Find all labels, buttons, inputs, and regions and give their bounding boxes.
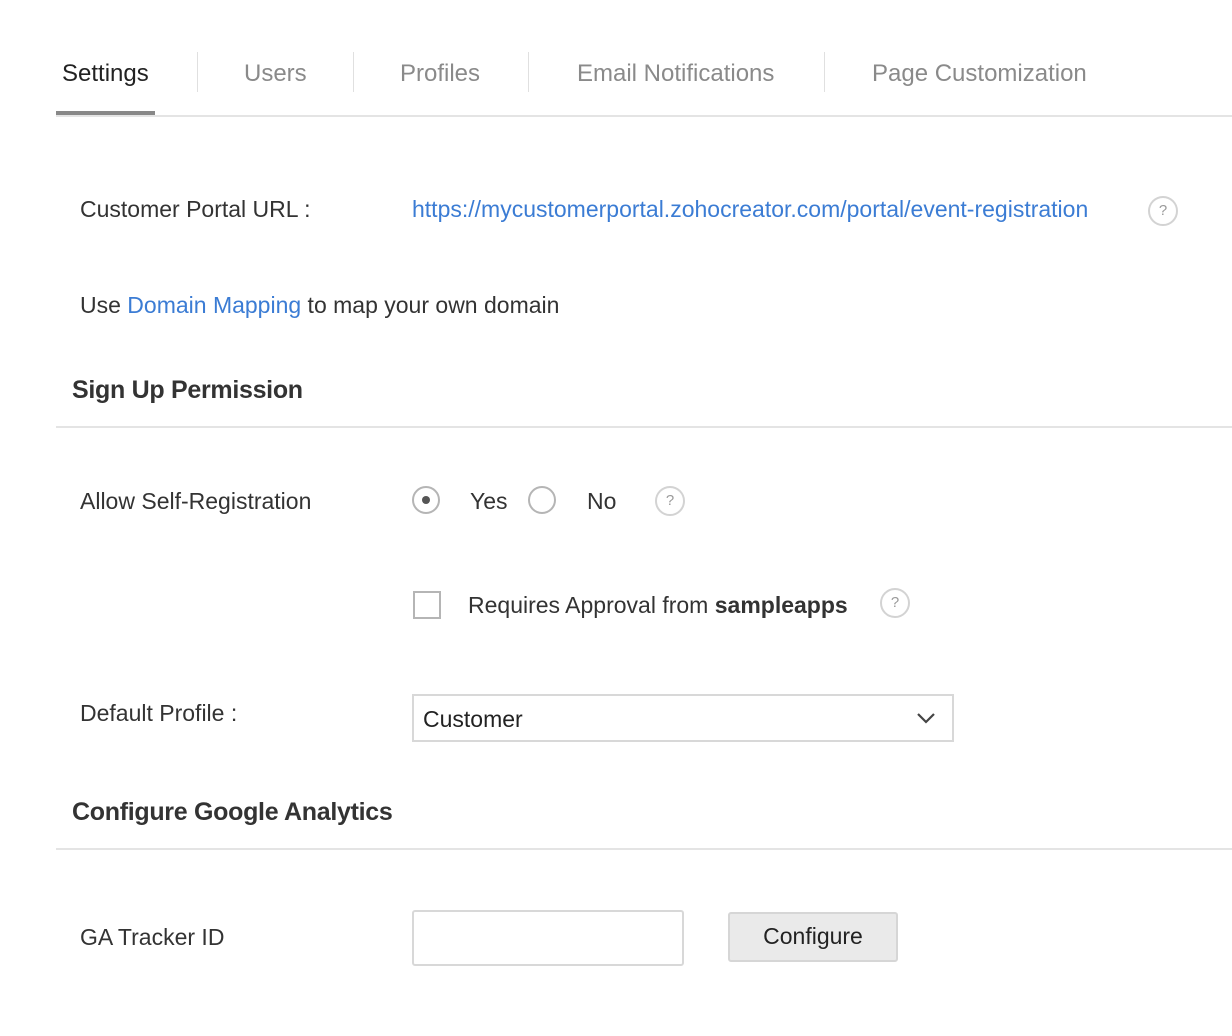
default-profile-value: Customer xyxy=(423,706,523,732)
yes-label: Yes xyxy=(470,488,508,514)
tab-divider xyxy=(824,52,825,92)
tab-profiles[interactable]: Profiles xyxy=(400,40,480,113)
self-registration-yes-radio[interactable] xyxy=(412,486,440,514)
self-registration-help-icon[interactable]: ? xyxy=(655,486,685,516)
default-profile-label: Default Profile : xyxy=(80,700,238,726)
self-registration-no-radio[interactable] xyxy=(528,486,556,514)
domain-mapping-link[interactable]: Domain Mapping xyxy=(127,292,301,318)
portal-url-help-icon[interactable]: ? xyxy=(1148,196,1178,226)
tab-settings[interactable]: Settings xyxy=(56,40,155,115)
portal-url-label: Customer Portal URL : xyxy=(80,196,311,222)
domain-mapping-suffix: to map your own domain xyxy=(301,292,560,318)
approval-owner: sampleapps xyxy=(714,592,848,618)
requires-approval-help-icon[interactable]: ? xyxy=(880,588,910,618)
requires-approval-label: Requires Approval from sampleapps xyxy=(468,592,848,619)
tab-email-notifications[interactable]: Email Notifications xyxy=(577,40,774,113)
section-divider xyxy=(56,848,1232,850)
tab-divider xyxy=(197,52,198,92)
tab-users[interactable]: Users xyxy=(244,40,307,113)
ga-tracker-input[interactable] xyxy=(412,910,684,966)
tab-divider xyxy=(528,52,529,92)
domain-mapping-text: Use Domain Mapping to map your own domai… xyxy=(80,292,559,319)
tab-bar: Settings Users Profiles Email Notificati… xyxy=(56,40,1232,117)
requires-approval-prefix: Requires Approval from xyxy=(468,592,715,618)
configure-button[interactable]: Configure xyxy=(728,912,898,962)
portal-url-link[interactable]: https://mycustomerportal.zohocreator.com… xyxy=(412,196,1088,223)
default-profile-select[interactable]: Customer xyxy=(412,694,954,742)
section-divider xyxy=(56,426,1232,428)
analytics-section-title: Configure Google Analytics xyxy=(72,798,393,826)
self-registration-label: Allow Self-Registration xyxy=(80,488,312,514)
chevron-down-icon xyxy=(917,713,935,724)
no-label: No xyxy=(587,488,617,514)
domain-mapping-prefix: Use xyxy=(80,292,128,318)
signup-section-title: Sign Up Permission xyxy=(72,376,303,404)
requires-approval-checkbox[interactable] xyxy=(413,591,441,619)
tab-page-customization[interactable]: Page Customization xyxy=(872,40,1087,113)
ga-tracker-label: GA Tracker ID xyxy=(80,924,225,950)
tab-divider xyxy=(353,52,354,92)
